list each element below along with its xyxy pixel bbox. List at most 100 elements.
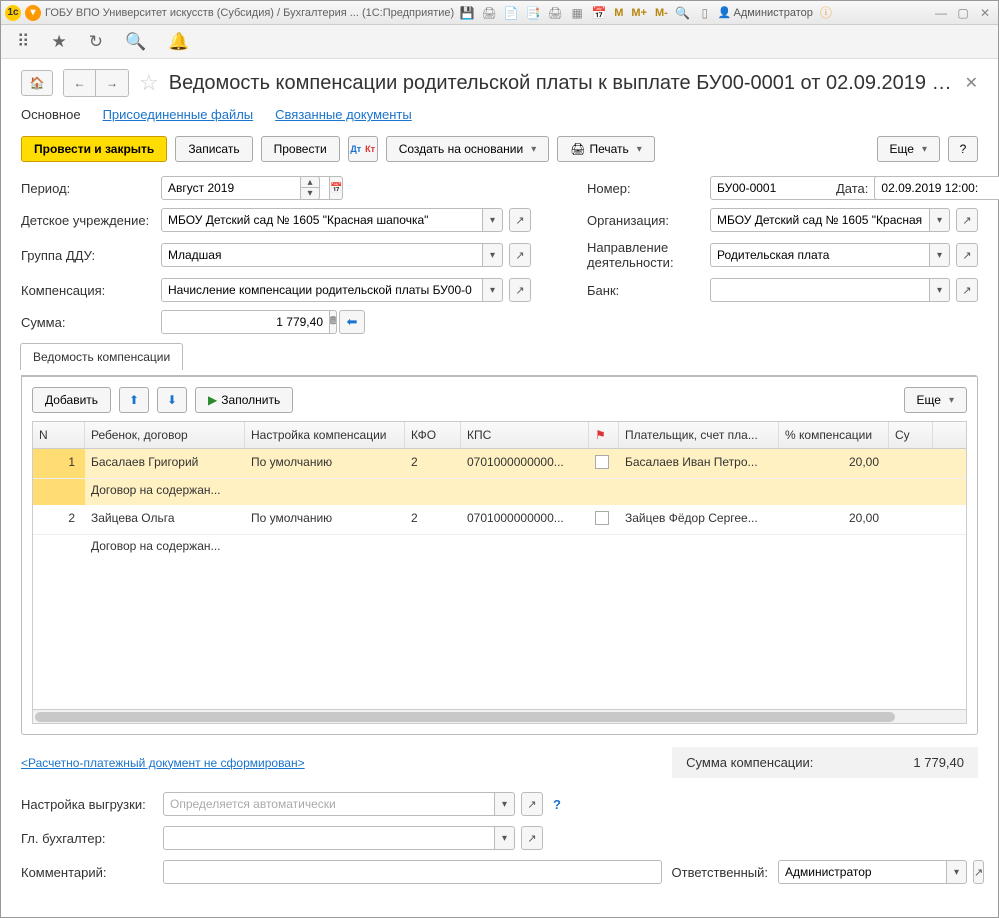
post-button[interactable]: Провести <box>261 136 340 162</box>
tab-linked[interactable]: Связанные документы <box>275 107 412 122</box>
tab-main[interactable]: Основное <box>21 107 81 122</box>
maximize-icon[interactable]: ▢ <box>954 4 972 22</box>
sum-input[interactable] <box>161 310 330 334</box>
forward-button[interactable]: → <box>96 70 128 96</box>
table-hscroll[interactable] <box>33 709 966 723</box>
responsible-dropdown-icon[interactable]: ▾ <box>947 860 967 884</box>
move-down-button[interactable]: ⬇ <box>157 387 187 413</box>
table-row[interactable]: 2 Зайцева Ольга По умолчанию 2 070100000… <box>33 505 966 535</box>
activity-open-icon[interactable]: ↗ <box>956 243 978 267</box>
user-label[interactable]: 👤 Администратор <box>718 6 813 19</box>
group-dropdown-icon[interactable]: ▾ <box>483 243 503 267</box>
m-plus-icon[interactable]: M+ <box>629 7 649 19</box>
doc-header: 🏠 ← → ☆ Ведомость компенсации родительск… <box>21 69 978 97</box>
search-icon[interactable]: 🔍 <box>125 32 146 52</box>
comp-input[interactable] <box>161 278 483 302</box>
col-flag[interactable]: ⚑ <box>589 422 619 448</box>
favorite-star-icon[interactable]: ☆ <box>139 70 159 96</box>
add-row-button[interactable]: Добавить <box>32 387 111 413</box>
close-doc-icon[interactable]: ✕ <box>965 73 978 93</box>
table-more-button[interactable]: Еще <box>904 387 967 413</box>
comp-dropdown-icon[interactable]: ▾ <box>483 278 503 302</box>
col-kfo[interactable]: КФО <box>405 422 461 448</box>
col-n[interactable]: N <box>33 422 85 448</box>
save-icon[interactable]: 💾 <box>458 4 476 22</box>
organization-open-icon[interactable]: ↗ <box>956 208 978 232</box>
col-child[interactable]: Ребенок, договор <box>85 422 245 448</box>
export-setup-dropdown-icon[interactable]: ▾ <box>495 792 515 816</box>
table-row[interactable]: 1 Басалаев Григорий По умолчанию 2 07010… <box>33 449 966 479</box>
close-window-icon[interactable]: ✕ <box>976 4 994 22</box>
date-input[interactable] <box>874 176 999 200</box>
payment-doc-link[interactable]: <Расчетно-платежный документ не сформиро… <box>21 756 305 770</box>
responsible-open-icon[interactable]: ↗ <box>973 860 984 884</box>
bell-icon[interactable]: 🔔 <box>168 32 189 52</box>
m-minus-icon[interactable]: M- <box>653 7 670 19</box>
post-and-close-button[interactable]: Провести и закрыть <box>21 136 167 162</box>
fill-button[interactable]: ▶ Заполнить <box>195 387 293 413</box>
chief-acc-input[interactable] <box>163 826 495 850</box>
move-up-button[interactable]: ⬆ <box>119 387 149 413</box>
child-org-input[interactable] <box>161 208 483 232</box>
table-subrow[interactable]: Договор на содержан... <box>33 479 966 505</box>
col-sum[interactable]: Су <box>889 422 933 448</box>
col-setup[interactable]: Настройка компенсации <box>245 422 405 448</box>
bank-open-icon[interactable]: ↗ <box>956 278 978 302</box>
bank-dropdown-icon[interactable]: ▾ <box>930 278 950 302</box>
print-button[interactable]: 🖨 Печать <box>557 136 655 162</box>
group-input[interactable] <box>161 243 483 267</box>
period-up-icon[interactable]: ▴ <box>300 176 320 188</box>
row-checkbox[interactable] <box>595 455 609 469</box>
col-kps[interactable]: КПС <box>461 422 589 448</box>
comment-input[interactable] <box>163 860 662 884</box>
responsible-input[interactable] <box>778 860 947 884</box>
col-payer[interactable]: Плательщик, счет пла... <box>619 422 779 448</box>
back-button[interactable]: ← <box>64 70 96 96</box>
copy-icon[interactable]: 📑 <box>524 4 542 22</box>
help-button[interactable]: ? <box>948 136 978 162</box>
doc-icon[interactable]: 📄 <box>502 4 520 22</box>
export-setup-input[interactable] <box>163 792 495 816</box>
group-open-icon[interactable]: ↗ <box>509 243 531 267</box>
period-down-icon[interactable]: ▾ <box>300 188 320 200</box>
dtkt-button[interactable]: ДтКт <box>348 136 378 162</box>
sum-refresh-button[interactable]: ⬅ <box>339 310 365 334</box>
child-org-dropdown-icon[interactable]: ▾ <box>483 208 503 232</box>
zoom-icon[interactable]: 🔍 <box>674 4 692 22</box>
period-calendar-icon[interactable]: 📅 <box>330 176 343 200</box>
tabpanel-tab-comp[interactable]: Ведомость компенсации <box>20 343 183 370</box>
bank-input[interactable] <box>710 278 930 302</box>
app-menu-icon[interactable]: ▾ <box>25 5 41 21</box>
m-icon[interactable]: M <box>612 7 625 19</box>
more-button[interactable]: Еще <box>877 136 940 162</box>
create-based-button[interactable]: Создать на основании <box>386 136 550 162</box>
history-icon[interactable]: ↻ <box>89 32 103 52</box>
chief-acc-open-icon[interactable]: ↗ <box>521 826 543 850</box>
star-icon[interactable]: ★ <box>51 32 66 52</box>
table-body[interactable]: 1 Басалаев Григорий По умолчанию 2 07010… <box>33 449 966 709</box>
child-org-open-icon[interactable]: ↗ <box>509 208 531 232</box>
grid-icon[interactable]: ▦ <box>568 4 586 22</box>
export-help-icon[interactable]: ? <box>553 797 561 812</box>
organization-dropdown-icon[interactable]: ▾ <box>930 208 950 232</box>
tab-files[interactable]: Присоединенные файлы <box>103 107 254 122</box>
organization-input[interactable] <box>710 208 930 232</box>
tool-icon[interactable]: 🖨 <box>546 4 564 22</box>
table-subrow[interactable]: Договор на содержан... <box>33 535 966 561</box>
activity-input[interactable] <box>710 243 930 267</box>
chief-acc-dropdown-icon[interactable]: ▾ <box>495 826 515 850</box>
sum-calc-icon[interactable]: 🖩 <box>330 310 337 334</box>
apps-icon[interactable]: ⠿ <box>17 32 29 52</box>
home-button[interactable]: 🏠 <box>21 70 53 96</box>
calendar-icon[interactable]: 📅 <box>590 4 608 22</box>
save-button[interactable]: Записать <box>175 136 252 162</box>
info-icon[interactable]: ⓘ <box>817 4 835 22</box>
panel-icon[interactable]: ▯ <box>696 4 714 22</box>
minimize-icon[interactable]: — <box>932 4 950 22</box>
row-checkbox[interactable] <box>595 511 609 525</box>
col-pct[interactable]: % компенсации <box>779 422 889 448</box>
print-icon[interactable]: 🖨 <box>480 4 498 22</box>
export-setup-open-icon[interactable]: ↗ <box>521 792 543 816</box>
comp-open-icon[interactable]: ↗ <box>509 278 531 302</box>
activity-dropdown-icon[interactable]: ▾ <box>930 243 950 267</box>
